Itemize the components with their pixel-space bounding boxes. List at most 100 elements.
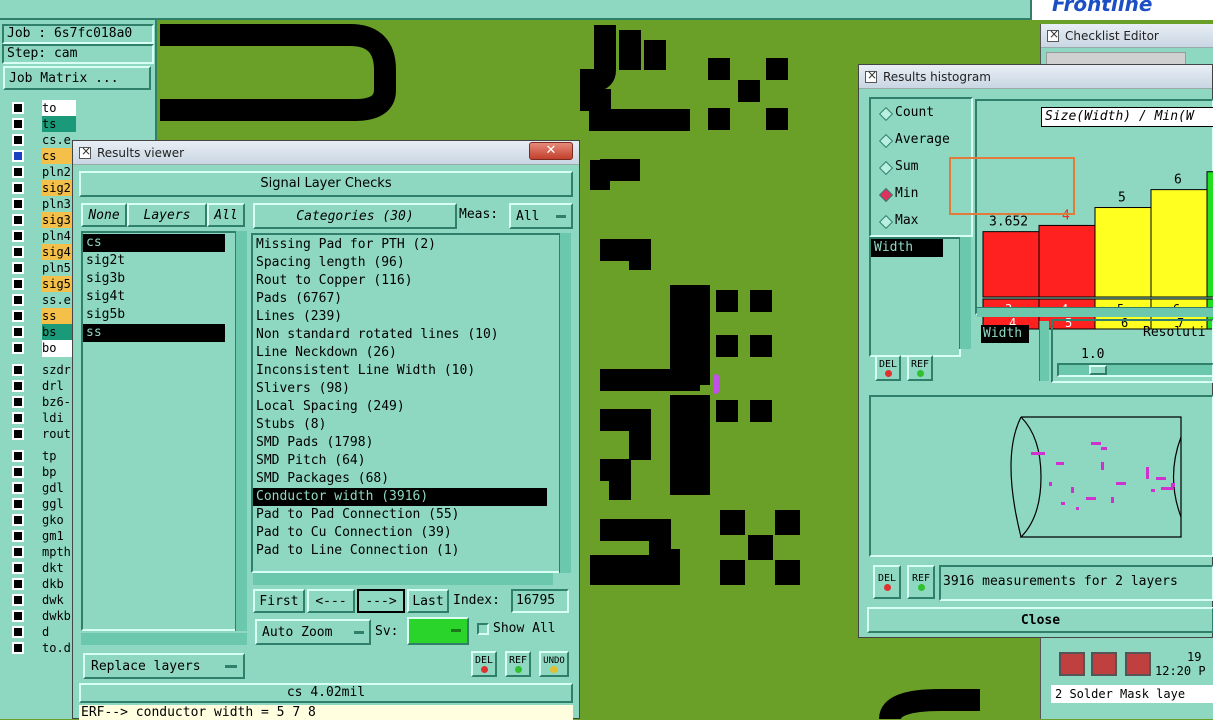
layer-row[interactable]: mpth <box>4 544 76 561</box>
prev-button[interactable]: <--- <box>307 589 355 613</box>
category-item[interactable]: Pad to Pad Connection (55) <box>253 506 547 524</box>
layer-row[interactable]: cs.e <box>4 132 76 149</box>
category-item[interactable]: SMD Packages (68) <box>253 470 547 488</box>
job-matrix-button[interactable]: Job Matrix ... <box>3 66 151 90</box>
layer-checkbox[interactable] <box>12 230 24 242</box>
category-list[interactable]: Missing Pad for PTH (2) Spacing length (9… <box>251 233 561 573</box>
categories-button[interactable]: Categories (30) <box>253 203 457 229</box>
stat-option[interactable]: Count <box>871 105 971 123</box>
layer-checkbox[interactable] <box>12 610 24 622</box>
checklist-editor-titlebar[interactable]: Checklist Editor <box>1041 24 1213 48</box>
stat-option[interactable]: Average <box>871 132 971 150</box>
category-item[interactable]: Pads (6767) <box>253 290 547 308</box>
layer-checkbox[interactable] <box>12 166 24 178</box>
layer-checkbox[interactable] <box>12 412 24 424</box>
width-scroll[interactable] <box>1039 321 1049 381</box>
category-item[interactable]: Rout to Copper (116) <box>253 272 547 290</box>
category-item[interactable]: Slivers (98) <box>253 380 547 398</box>
field-width[interactable]: Width <box>871 239 943 257</box>
field-list[interactable]: Width <box>869 237 961 357</box>
layer-checkbox[interactable] <box>12 262 24 274</box>
field-list-scrollbar[interactable] <box>959 237 971 349</box>
layer-row[interactable]: bz6- <box>4 394 76 411</box>
layer-row[interactable]: tp <box>4 448 76 465</box>
layer-checkbox[interactable] <box>12 626 24 638</box>
layer-row[interactable]: d <box>4 624 76 641</box>
chart-hscroll[interactable] <box>977 307 1213 317</box>
layer-row[interactable]: pln3 <box>4 196 76 213</box>
layer-checkbox[interactable] <box>12 246 24 258</box>
layer-list-item[interactable]: ss <box>83 324 225 342</box>
layer-row[interactable]: gm1 <box>4 528 76 545</box>
replace-layers-button[interactable]: Replace layers <box>83 653 245 679</box>
layer-checkbox[interactable] <box>12 150 24 162</box>
layer-row[interactable]: sig3 <box>4 212 76 229</box>
layer-list-item[interactable]: cs <box>83 234 225 252</box>
category-item[interactable]: Spacing length (96) <box>253 254 547 272</box>
layer-checkbox[interactable] <box>12 182 24 194</box>
layer-checkbox[interactable] <box>12 326 24 338</box>
none-button[interactable]: None <box>81 203 127 227</box>
layer-checkbox[interactable] <box>12 450 24 462</box>
layer-checkbox[interactable] <box>12 380 24 392</box>
layer-row[interactable]: pln2 <box>4 164 76 181</box>
auto-zoom-button[interactable]: Auto Zoom <box>255 619 371 645</box>
hist-ref-button-2[interactable]: REF <box>907 565 935 599</box>
layer-row[interactable]: ggl <box>4 496 76 513</box>
layer-row[interactable]: sig4 <box>4 244 76 261</box>
show-all-checkbox[interactable] <box>477 623 489 635</box>
layer-checkbox[interactable] <box>12 482 24 494</box>
stat-option[interactable]: Max <box>871 213 971 231</box>
layer-list-scrollbar[interactable] <box>235 231 247 631</box>
hist-ref-button[interactable]: REF <box>907 355 933 381</box>
layer-row[interactable]: sig5 <box>4 276 76 293</box>
category-item[interactable]: Pad to Cu Connection (39) <box>253 524 547 542</box>
category-item[interactable]: Missing Pad for PTH (2) <box>253 236 547 254</box>
ref-button[interactable]: REF <box>505 651 531 677</box>
layer-checkbox[interactable] <box>12 498 24 510</box>
layer-checkbox[interactable] <box>12 466 24 478</box>
layer-checkbox[interactable] <box>12 530 24 542</box>
layer-row[interactable]: pln5 <box>4 260 76 277</box>
layer-row[interactable]: to <box>4 100 76 117</box>
layer-row[interactable]: ts <box>4 116 76 133</box>
next-button[interactable]: ---> <box>357 589 405 613</box>
all-button[interactable]: All <box>207 203 245 227</box>
del-button[interactable]: DEL <box>471 651 497 677</box>
sv-color-select[interactable] <box>407 617 469 645</box>
layer-checkbox[interactable] <box>12 278 24 290</box>
histogram-titlebar[interactable]: Results histogram <box>859 65 1212 89</box>
layer-checkbox[interactable] <box>12 214 24 226</box>
run-icon[interactable] <box>1125 652 1151 676</box>
category-item[interactable]: Stubs (8) <box>253 416 547 434</box>
layer-checkbox[interactable] <box>12 118 24 130</box>
layer-list-item[interactable]: sig2t <box>83 252 225 270</box>
layer-row[interactable]: dwkb <box>4 608 76 625</box>
layer-checkbox[interactable] <box>12 294 24 306</box>
hist-del-button-2[interactable]: DEL <box>873 565 901 599</box>
category-item[interactable]: SMD Pitch (64) <box>253 452 547 470</box>
layer-checkbox[interactable] <box>12 562 24 574</box>
layer-list-hscroll[interactable] <box>81 633 247 645</box>
viewer-titlebar[interactable]: Results viewer <box>73 141 579 165</box>
layer-checkbox[interactable] <box>12 578 24 590</box>
layer-row[interactable]: to.d <box>4 640 76 657</box>
layer-checkbox[interactable] <box>12 514 24 526</box>
layer-row[interactable]: cs <box>4 148 76 165</box>
layer-row[interactable]: rout <box>4 426 76 443</box>
results-viewer-window[interactable]: Results viewer ✕ Signal Layer Checks Non… <box>72 140 580 720</box>
layer-checkbox[interactable] <box>12 396 24 408</box>
layer-row[interactable]: ss <box>4 308 76 325</box>
layers-button[interactable]: Layers <box>127 203 207 227</box>
undo-button[interactable]: UNDO <box>539 651 569 677</box>
layer-checkbox[interactable] <box>12 310 24 322</box>
category-item[interactable]: Line Neckdown (26) <box>253 344 547 362</box>
category-item[interactable]: Pad to Line Connection (1) <box>253 542 547 560</box>
close-icon[interactable]: ✕ <box>529 142 573 160</box>
meas-select[interactable]: All <box>509 203 573 229</box>
resolution-slider[interactable] <box>1057 363 1213 377</box>
category-item[interactable]: SMD Pads (1798) <box>253 434 547 452</box>
layer-row[interactable]: bp <box>4 464 76 481</box>
viewer-layer-list[interactable]: cs sig2t sig3b sig4t sig5b ss <box>81 231 237 631</box>
category-item[interactable]: Non standard rotated lines (10) <box>253 326 547 344</box>
